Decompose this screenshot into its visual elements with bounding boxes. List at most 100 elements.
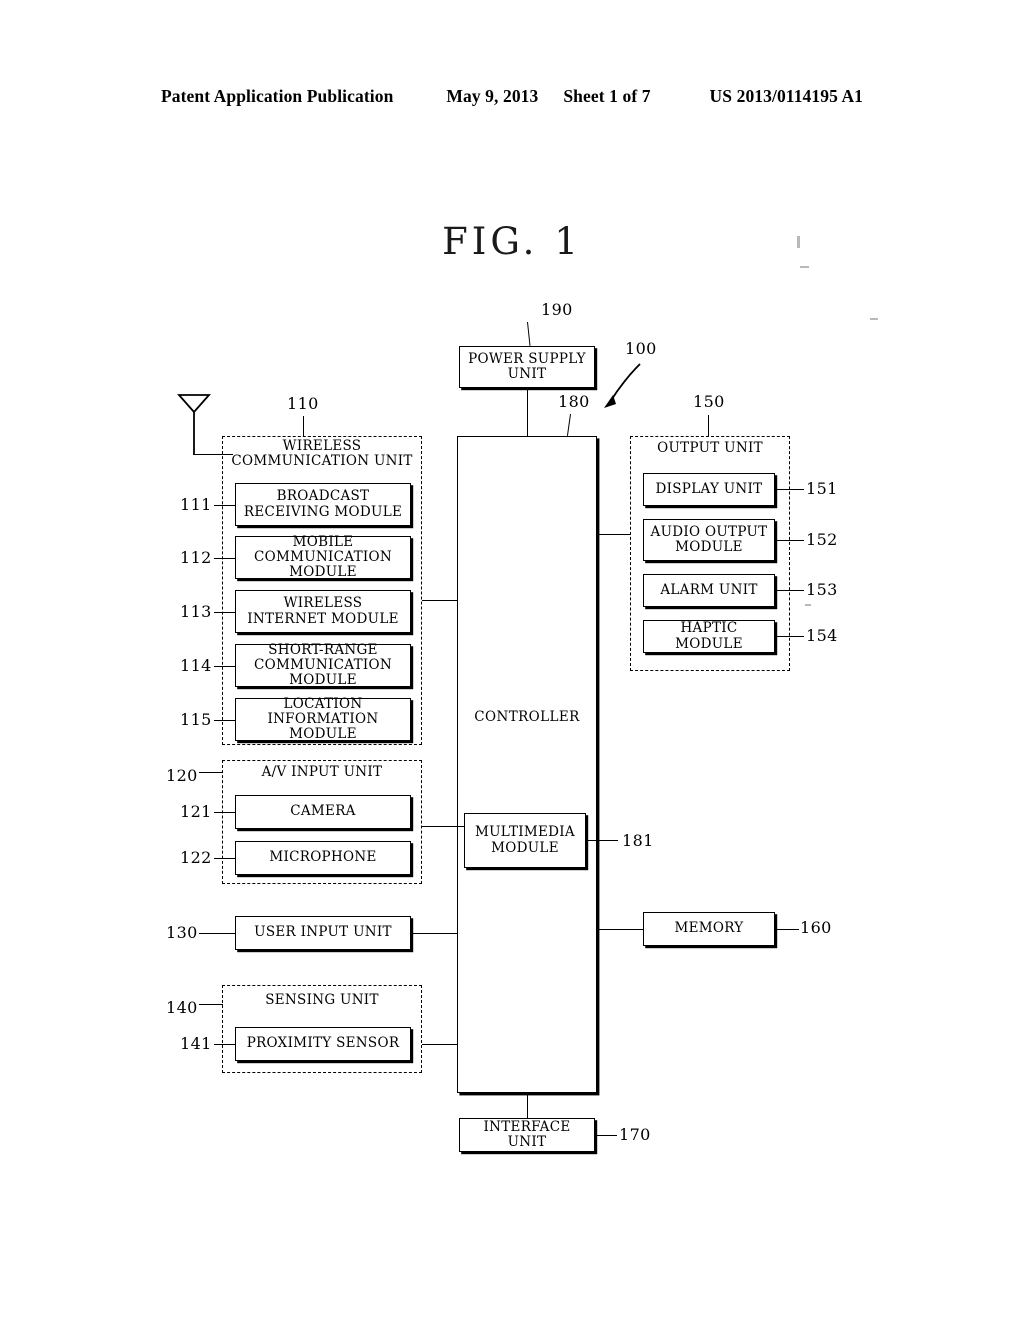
power-supply-unit-box: POWER SUPPLY UNIT — [459, 346, 595, 388]
figure-label: FIG. — [442, 220, 539, 263]
leader-154 — [775, 636, 804, 637]
ref-152: 152 — [806, 530, 838, 549]
link-av-to-controller — [422, 826, 464, 827]
ref-113: 113 — [180, 602, 212, 621]
scan-speck — [797, 236, 800, 248]
broadcast-receiving-module-label: BROADCAST RECEIVING MODULE — [243, 488, 403, 520]
header-sheet: Sheet 1 of 7 — [563, 86, 651, 106]
haptic-module-label: HAPTIC MODULE — [675, 620, 743, 652]
antenna-icon — [177, 394, 211, 455]
link-power-to-controller — [527, 388, 528, 436]
controller-label: CONTROLLER — [474, 709, 580, 725]
location-information-module-label: LOCATION INFORMATION MODULE — [267, 695, 379, 743]
leader-141 — [214, 1044, 235, 1045]
header-publication: Patent Application Publication — [160, 86, 394, 106]
page-header: Patent Application Publication May 9, 20… — [0, 86, 1024, 107]
link-controller-to-output — [597, 534, 630, 535]
ref-153: 153 — [806, 580, 838, 599]
leader-190 — [527, 321, 531, 346]
sensing-unit-title: SENSING UNIT — [265, 992, 379, 1008]
ref-111: 111 — [180, 495, 212, 514]
user-input-unit-box: USER INPUT UNIT — [235, 916, 411, 950]
leader-115 — [214, 720, 235, 721]
ref-120: 120 — [166, 766, 198, 785]
controller-box — [457, 436, 597, 1093]
ref-150: 150 — [693, 392, 725, 411]
leader-140 — [199, 1004, 223, 1005]
leader-130 — [199, 933, 235, 934]
ref-110: 110 — [287, 394, 319, 413]
mobile-communication-module-label: MOBILE COMMUNICATION MODULE — [253, 533, 393, 581]
power-supply-unit-label: POWER SUPPLY UNIT — [468, 350, 586, 382]
leader-180 — [566, 413, 571, 436]
multimedia-module-label: MULTIMEDIA MODULE — [475, 824, 575, 856]
ref-170: 170 — [619, 1125, 651, 1144]
leader-181 — [586, 840, 618, 841]
scan-speck — [805, 604, 811, 606]
display-unit-box: DISPLAY UNIT — [643, 473, 775, 506]
haptic-module-box: HAPTIC MODULE — [643, 620, 775, 653]
ref-190: 190 — [541, 300, 573, 319]
camera-label: CAMERA — [290, 803, 356, 820]
camera-box: CAMERA — [235, 795, 411, 829]
ref-151: 151 — [806, 479, 838, 498]
leader-170 — [595, 1135, 617, 1136]
header-patent-number: US 2013/0114195 A1 — [709, 86, 864, 106]
figure-number: 1 — [554, 220, 582, 263]
leader-120 — [199, 772, 223, 773]
ref-130: 130 — [166, 923, 198, 942]
leader-112 — [214, 558, 235, 559]
leader-111 — [214, 505, 235, 506]
scan-speck — [800, 266, 809, 268]
leader-114 — [214, 666, 235, 667]
alarm-unit-box: ALARM UNIT — [643, 574, 775, 607]
leader-122 — [214, 858, 235, 859]
mobile-communication-module-box: MOBILE COMMUNICATION MODULE — [235, 533, 411, 581]
memory-box: MEMORY — [643, 912, 775, 946]
ref-122: 122 — [180, 848, 212, 867]
wireless-internet-module-label: WIRELESS INTERNET MODULE — [247, 595, 399, 627]
audio-output-module-label: AUDIO OUTPUT MODULE — [650, 523, 768, 555]
leader-153 — [775, 590, 804, 591]
leader-150 — [708, 415, 709, 437]
microphone-box: MICROPHONE — [235, 841, 411, 875]
ref-160: 160 — [800, 918, 832, 937]
leader-151 — [775, 489, 804, 490]
leader-152 — [775, 540, 804, 541]
ref-180: 180 — [558, 392, 590, 411]
link-user-input-to-controller — [411, 933, 457, 934]
audio-output-module-box: AUDIO OUTPUT MODULE — [643, 519, 775, 561]
leader-160 — [775, 929, 799, 930]
ref-141: 141 — [180, 1034, 212, 1053]
short-range-communication-module-box: SHORT-RANGE COMMUNICATION MODULE — [235, 641, 411, 689]
microphone-label: MICROPHONE — [269, 849, 377, 866]
ref-181: 181 — [622, 831, 654, 850]
ref-100: 100 — [625, 339, 657, 358]
link-controller-to-memory — [597, 929, 643, 930]
ref-112: 112 — [180, 548, 212, 567]
link-controller-to-interface — [527, 1093, 528, 1118]
wireless-communication-unit-title: WIRELESS COMMUNICATION UNIT — [231, 438, 413, 470]
user-input-unit-label: USER INPUT UNIT — [254, 924, 392, 941]
link-wireless-to-controller — [422, 600, 457, 601]
header-date: May 9, 2013 — [446, 86, 539, 106]
alarm-unit-label: ALARM UNIT — [660, 581, 758, 598]
leader-121 — [214, 812, 235, 813]
short-range-communication-module-label: SHORT-RANGE COMMUNICATION MODULE — [253, 641, 393, 689]
av-input-unit-title: A/V INPUT UNIT — [261, 764, 383, 780]
interface-unit-box: INTERFACE UNIT — [459, 1118, 595, 1152]
proximity-sensor-label: PROXIMITY SENSOR — [246, 1035, 400, 1052]
multimedia-module-box: MULTIMEDIA MODULE — [464, 813, 586, 868]
figure-title: FIG. 1 — [0, 220, 1024, 263]
ref-154: 154 — [806, 626, 838, 645]
system-pointer-arrow — [604, 363, 641, 408]
location-information-module-box: LOCATION INFORMATION MODULE — [235, 695, 411, 743]
memory-label: MEMORY — [674, 920, 744, 937]
wireless-internet-module-box: WIRELESS INTERNET MODULE — [235, 590, 411, 633]
leader-110 — [303, 416, 304, 437]
interface-unit-label: INTERFACE UNIT — [483, 1118, 571, 1150]
ref-114: 114 — [180, 656, 212, 675]
leader-113 — [214, 612, 235, 613]
link-sensing-to-controller — [422, 1044, 457, 1045]
ref-115: 115 — [180, 710, 212, 729]
